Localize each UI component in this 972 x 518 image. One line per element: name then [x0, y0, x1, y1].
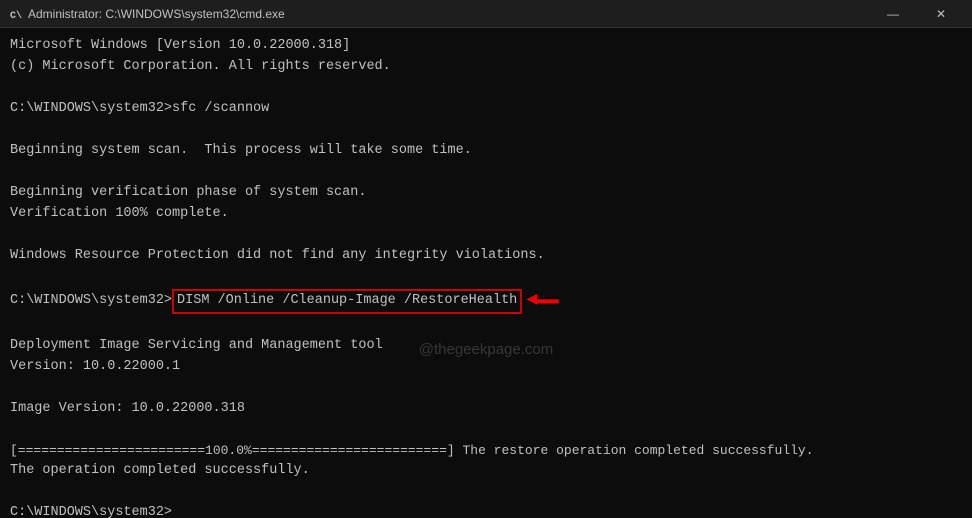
- cmd-icon: C\: [8, 7, 22, 21]
- minimize-button[interactable]: —: [870, 0, 916, 28]
- empty-6: [10, 315, 962, 336]
- empty-3: [10, 162, 962, 183]
- line-1: Microsoft Windows [Version 10.0.22000.31…: [10, 36, 962, 57]
- window-title: Administrator: C:\WINDOWS\system32\cmd.e…: [28, 7, 285, 21]
- empty-8: [10, 420, 962, 441]
- arrow-icon: ◀▬▬: [526, 287, 558, 315]
- title-bar: C\ Administrator: C:\WINDOWS\system32\cm…: [0, 0, 972, 28]
- close-button[interactable]: ✕: [918, 0, 964, 28]
- line-verification-1: Beginning verification phase of system s…: [10, 183, 962, 204]
- line-deployment-1: Deployment Image Servicing and Managemen…: [10, 336, 962, 357]
- title-bar-controls: — ✕: [870, 0, 964, 28]
- title-bar-left: C\ Administrator: C:\WINDOWS\system32\cm…: [8, 7, 285, 21]
- dism-prompt: C:\WINDOWS\system32>: [10, 291, 172, 312]
- svg-text:C\: C\: [10, 10, 22, 21]
- empty-4: [10, 225, 962, 246]
- line-sfc: C:\WINDOWS\system32>sfc /scannow: [10, 99, 962, 120]
- empty-1: [10, 78, 962, 99]
- line-beginning-scan: Beginning system scan. This process will…: [10, 141, 962, 162]
- line-2: (c) Microsoft Corporation. All rights re…: [10, 57, 962, 78]
- line-progress: [========================100.0%=========…: [10, 441, 962, 461]
- line-deployment-2: Version: 10.0.22000.1: [10, 357, 962, 378]
- window: C\ Administrator: C:\WINDOWS\system32\cm…: [0, 0, 972, 518]
- empty-2: [10, 120, 962, 141]
- dism-command-highlight: DISM /Online /Cleanup-Image /RestoreHeal…: [172, 289, 522, 314]
- line-protection: Windows Resource Protection did not find…: [10, 246, 962, 267]
- line-image-version: Image Version: 10.0.22000.318: [10, 399, 962, 420]
- line-final-prompt: C:\WINDOWS\system32>: [10, 503, 962, 518]
- line-verification-2: Verification 100% complete.: [10, 204, 962, 225]
- terminal-body: Microsoft Windows [Version 10.0.22000.31…: [0, 28, 972, 518]
- empty-9: [10, 482, 962, 503]
- line-dism-command: C:\WINDOWS\system32>DISM /Online /Cleanu…: [10, 287, 962, 315]
- line-completed: The operation completed successfully.: [10, 461, 962, 482]
- empty-5: [10, 266, 962, 287]
- empty-7: [10, 378, 962, 399]
